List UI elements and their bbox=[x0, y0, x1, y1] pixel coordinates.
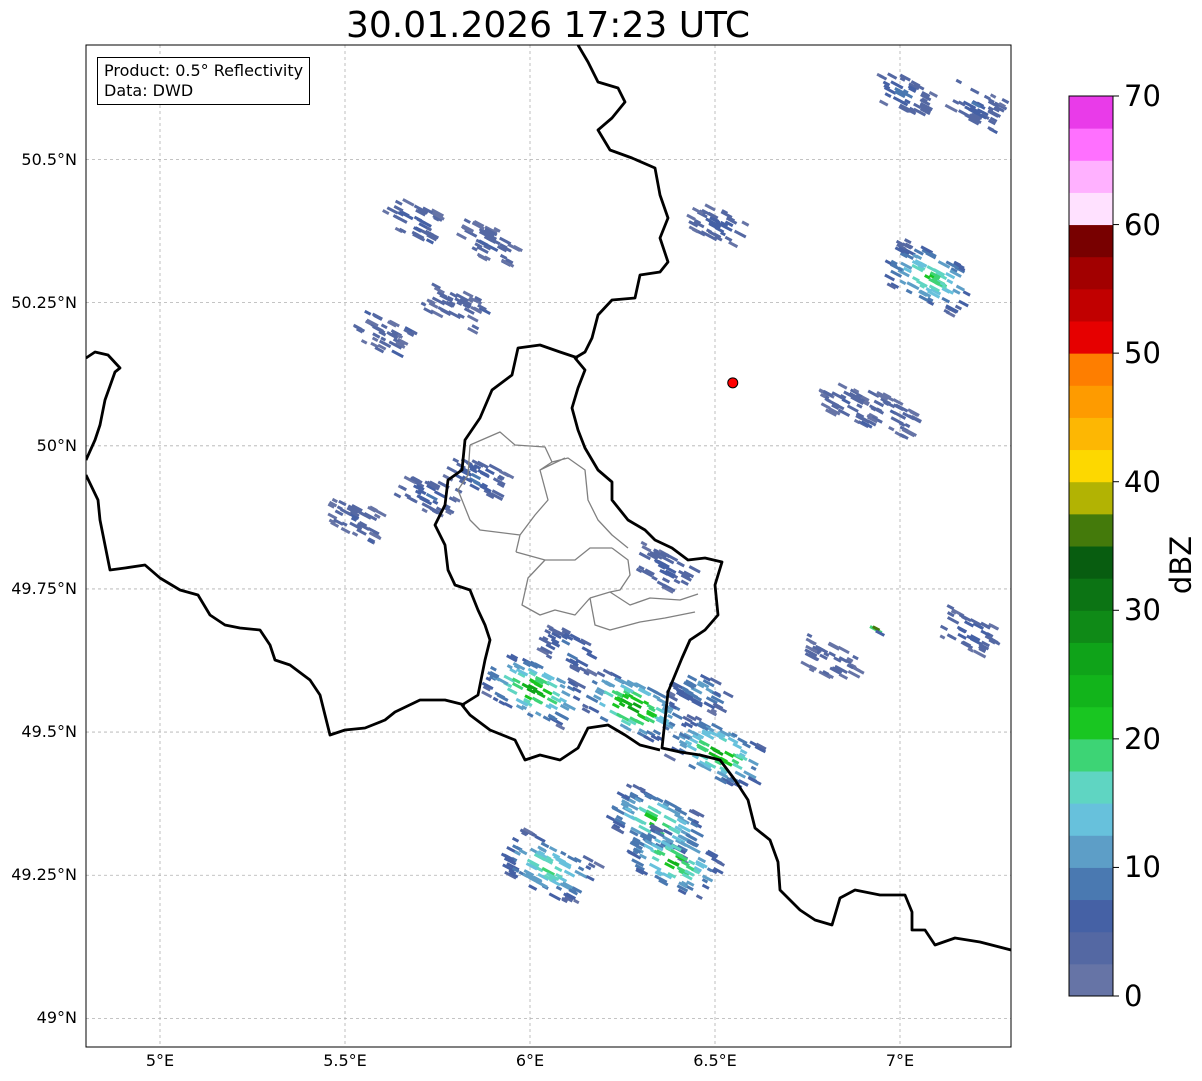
colorbar-segment bbox=[1069, 321, 1113, 354]
colorbar-tick-label: 30 bbox=[1124, 593, 1161, 628]
colorbar-segment bbox=[1069, 771, 1113, 804]
radar-site-layer bbox=[727, 377, 739, 389]
colorbar-segment bbox=[1069, 578, 1113, 611]
colorbar-segment bbox=[1069, 610, 1113, 643]
colorbar-segment bbox=[1069, 513, 1113, 547]
colorbar-segment bbox=[1069, 835, 1113, 868]
colorbar-segment bbox=[1069, 481, 1113, 515]
lat-tick-label: 50°N bbox=[36, 435, 77, 455]
lon-tick-label: 6°E bbox=[515, 1051, 545, 1070]
colorbar-segment bbox=[1069, 931, 1113, 965]
colorbar-segment bbox=[1069, 417, 1113, 451]
map-background bbox=[86, 45, 1011, 1047]
colorbar-segment bbox=[1069, 867, 1113, 901]
lon-tick-label: 6.5°E bbox=[693, 1051, 737, 1070]
colorbar-tick-label: 60 bbox=[1124, 207, 1161, 242]
colorbar-segment bbox=[1069, 642, 1113, 676]
colorbar-tick-label: 70 bbox=[1124, 79, 1161, 113]
colorbar-segment bbox=[1069, 738, 1113, 772]
colorbar-segment bbox=[1069, 706, 1113, 740]
colorbar-segment bbox=[1069, 899, 1113, 933]
radar-map bbox=[85, 44, 1119, 1048]
colorbar-segment bbox=[1069, 353, 1113, 386]
info-box: Product: 0.5° Reflectivity Data: DWD bbox=[97, 57, 311, 105]
colorbar-tick-label: 50 bbox=[1124, 336, 1161, 371]
lat-tick-label: 49.5°N bbox=[21, 722, 77, 742]
colorbar-segment bbox=[1069, 192, 1113, 226]
colorbar-segment bbox=[1069, 385, 1113, 418]
colorbar-segment bbox=[1069, 288, 1113, 322]
colorbar-segment bbox=[1069, 96, 1113, 129]
radar-site-marker bbox=[727, 377, 739, 389]
colorbar-segment bbox=[1069, 224, 1113, 258]
colorbar-segment bbox=[1069, 803, 1113, 836]
colorbar bbox=[1068, 95, 1119, 997]
colorbar-segment bbox=[1069, 963, 1113, 997]
colorbar-tick-label: 10 bbox=[1124, 850, 1161, 885]
colorbar-segment bbox=[1069, 160, 1113, 193]
colorbar-segment bbox=[1069, 546, 1113, 579]
lat-tick-label: 50.25°N bbox=[11, 292, 77, 312]
colorbar-tick-label: 0 bbox=[1124, 979, 1143, 1013]
lat-tick-label: 49°N bbox=[36, 1008, 77, 1028]
colorbar-tick-label: 20 bbox=[1124, 721, 1161, 756]
colorbar-segment bbox=[1069, 449, 1113, 483]
colorbar-segment bbox=[1069, 256, 1113, 290]
lon-tick-label: 5.5°E bbox=[323, 1051, 367, 1070]
product-label: Product: 0.5° Reflectivity bbox=[104, 61, 304, 80]
colorbar-segment bbox=[1069, 674, 1113, 708]
lon-tick-label: 7°E bbox=[885, 1051, 915, 1070]
lat-tick-label: 49.75°N bbox=[11, 578, 77, 598]
lon-tick-label: 5°E bbox=[145, 1051, 175, 1070]
colorbar-segment bbox=[1069, 128, 1113, 161]
lat-tick-label: 49.25°N bbox=[11, 865, 77, 885]
data-source-label: Data: DWD bbox=[104, 81, 194, 100]
colorbar-tick-label: 40 bbox=[1124, 464, 1161, 499]
colorbar-unit-label: dBZ bbox=[1164, 535, 1198, 595]
lat-tick-label: 50.5°N bbox=[21, 149, 77, 169]
